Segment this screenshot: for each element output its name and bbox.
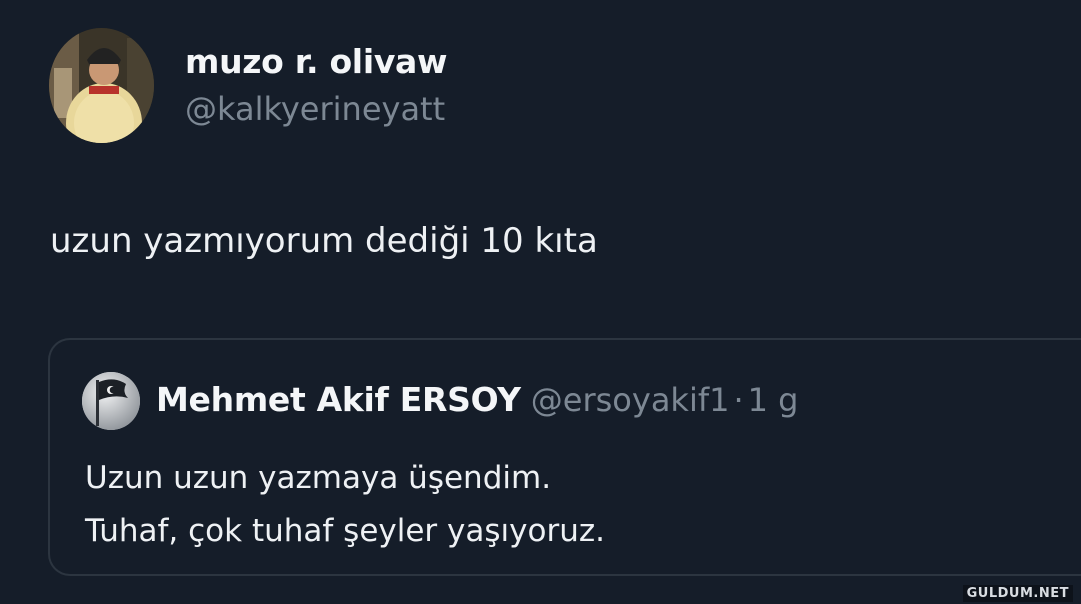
author-avatar[interactable] — [49, 28, 154, 143]
quoted-author-name[interactable]: Mehmet Akif ERSOY — [156, 380, 521, 419]
flag-icon — [82, 372, 140, 430]
quoted-tweet-line: Uzun uzun yazmaya üşendim. — [85, 460, 552, 496]
quoted-author-avatar[interactable] — [82, 372, 140, 430]
quoted-tweet-header: Mehmet Akif ERSOY @ersoyakif1 · 1 g — [156, 380, 798, 419]
quoted-tweet-card[interactable]: Mehmet Akif ERSOY @ersoyakif1 · 1 g Uzun uz… — [48, 338, 1081, 576]
quoted-tweet-text: Uzun uzun yazmaya üşendim. Tuhaf, çok tu… — [85, 452, 605, 558]
person-photo-icon — [49, 28, 154, 143]
tweet-card: muzo r. olivaw @kalkyerineyatt uzun yazm… — [0, 0, 1081, 604]
quoted-tweet-line: Tuhaf, çok tuhaf şeyler yaşıyoruz. — [85, 513, 605, 549]
quoted-tweet-time[interactable]: 1 g — [748, 381, 799, 419]
quoted-author-handle[interactable]: @ersoyakif1 — [531, 381, 730, 419]
meta-separator: · — [733, 381, 744, 419]
tweet-text: uzun yazmıyorum dediği 10 kıta — [50, 221, 598, 261]
watermark: GULDUM.NET — [962, 585, 1073, 602]
author-name[interactable]: muzo r. olivaw — [185, 42, 448, 81]
author-handle[interactable]: @kalkyerineyatt — [185, 90, 445, 128]
